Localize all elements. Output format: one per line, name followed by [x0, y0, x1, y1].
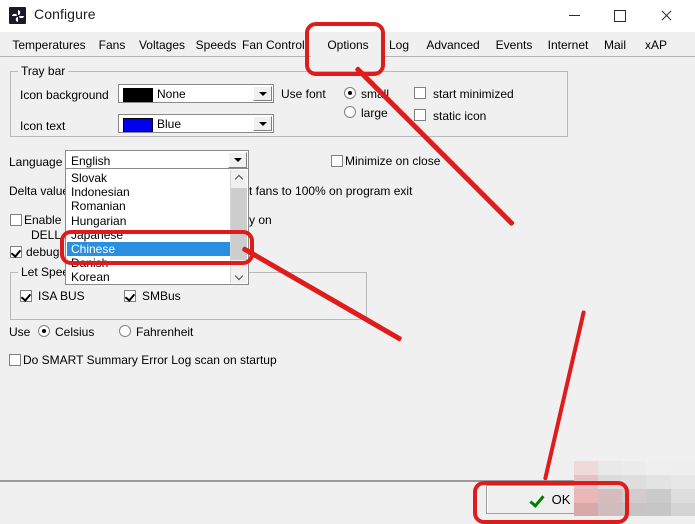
minimize-on-close-checkbox[interactable] — [331, 155, 343, 167]
censored-region — [574, 461, 695, 516]
scroll-up-button[interactable] — [231, 170, 247, 186]
dropdown-item-japanese[interactable]: Japanese — [67, 228, 230, 242]
dropdown-item-romanian[interactable]: Romanian — [67, 199, 230, 213]
icon-text-combo[interactable]: Blue — [118, 114, 274, 133]
chevron-down-icon — [258, 91, 267, 96]
start-minimized-label: start minimized — [433, 87, 514, 101]
celsius-label: Celsius — [55, 325, 95, 339]
close-icon — [660, 10, 672, 22]
tab-options[interactable]: Options — [311, 32, 385, 57]
language-value: English — [71, 154, 111, 168]
font-small-label: small — [361, 87, 390, 101]
tab-fan-control[interactable]: Fan Control — [236, 34, 323, 55]
icon-text-label: Icon text — [20, 119, 66, 133]
smbus-label: SMBus — [142, 289, 181, 303]
icon-background-combo[interactable]: None — [118, 84, 274, 103]
debug-label: debug — [26, 245, 60, 259]
icon-background-value: None — [157, 87, 186, 101]
use-font-label: Use font — [281, 87, 326, 101]
minimize-on-close-label: Minimize on close — [345, 154, 441, 168]
dropdown-item-korean[interactable]: Korean — [67, 270, 230, 284]
delta-value-label: Delta value — [9, 184, 70, 198]
chevron-up-icon — [235, 174, 243, 182]
smart-scan-label: Do SMART Summary Error Log scan on start… — [23, 353, 277, 367]
tab-strip: Temperatures Fans Voltages Speeds Fan Co… — [0, 32, 695, 57]
options-panel: Tray bar Icon background None Icon text … — [0, 57, 695, 480]
icon-text-dropdown-arrow[interactable] — [253, 116, 272, 131]
tray-bar-group: Tray bar — [10, 64, 568, 137]
dropdown-item-slovak[interactable]: Slovak — [67, 171, 230, 185]
icon-text-value: Blue — [157, 117, 182, 131]
configure-window: Configure Temperatures Fans Voltages Spe… — [0, 0, 695, 524]
window-title: Configure — [34, 6, 96, 22]
minimize-icon — [568, 15, 580, 16]
language-combo[interactable]: English — [65, 150, 249, 170]
start-minimized-checkbox[interactable] — [414, 87, 426, 99]
chevron-down-icon — [258, 121, 267, 126]
font-large-label: large — [361, 106, 388, 120]
smbus-checkbox[interactable] — [124, 290, 136, 302]
let-speed-group-title: Let Spee — [18, 265, 73, 279]
green-check-icon — [529, 493, 544, 507]
tab-overflow[interactable] — [672, 34, 695, 55]
font-small-radio[interactable] — [344, 87, 356, 99]
icon-background-label: Icon background — [20, 88, 109, 102]
dropdown-scrollbar[interactable] — [230, 170, 247, 283]
font-large-radio[interactable] — [344, 106, 356, 118]
only-on-label: y on — [249, 213, 272, 227]
fahrenheit-label: Fahrenheit — [136, 325, 194, 339]
scrollbar-thumb[interactable] — [231, 188, 247, 260]
static-icon-checkbox[interactable] — [414, 109, 426, 121]
language-dropdown-list[interactable]: Slovak Indonesian Romanian Hungarian Jap… — [65, 168, 249, 285]
use-unit-label: Use — [9, 325, 31, 339]
tab-temperatures[interactable]: Temperatures — [2, 34, 97, 55]
fans-100-label: t fans to 100% on program exit — [249, 184, 413, 198]
minimize-button[interactable] — [551, 0, 597, 31]
close-button[interactable] — [643, 0, 689, 31]
icon-background-dropdown-arrow[interactable] — [253, 86, 272, 101]
dell-label: DELL — [31, 228, 62, 242]
language-label: Language — [9, 155, 63, 169]
language-dropdown-arrow[interactable] — [228, 152, 247, 168]
enable-label: Enable — [24, 213, 62, 227]
isa-bus-checkbox[interactable] — [20, 290, 32, 302]
smart-scan-checkbox[interactable] — [9, 354, 21, 366]
dropdown-item-chinese[interactable]: Chinese — [67, 242, 230, 257]
dropdown-item-indonesian[interactable]: Indonesian — [67, 185, 230, 199]
isa-bus-label: ISA BUS — [38, 289, 85, 303]
maximize-button[interactable] — [597, 0, 643, 31]
tray-bar-group-title: Tray bar — [18, 64, 69, 78]
fan-icon — [9, 7, 26, 24]
debug-checkbox[interactable] — [10, 246, 22, 258]
enable-dell-checkbox[interactable] — [10, 214, 22, 226]
chevron-down-icon — [233, 158, 242, 162]
icon-text-swatch — [123, 118, 153, 132]
dropdown-item-hungarian[interactable]: Hungarian — [67, 214, 230, 228]
title-bar: Configure — [0, 0, 695, 32]
fahrenheit-radio[interactable] — [119, 325, 131, 337]
dropdown-item-danish[interactable]: Danish — [67, 256, 230, 270]
icon-background-swatch — [123, 88, 153, 102]
static-icon-label: static icon — [433, 109, 487, 123]
scroll-down-button[interactable] — [231, 267, 247, 283]
chevron-down-icon — [235, 271, 243, 279]
celsius-radio[interactable] — [38, 325, 50, 337]
maximize-icon — [614, 9, 626, 22]
ok-button-label: OK — [551, 492, 571, 507]
